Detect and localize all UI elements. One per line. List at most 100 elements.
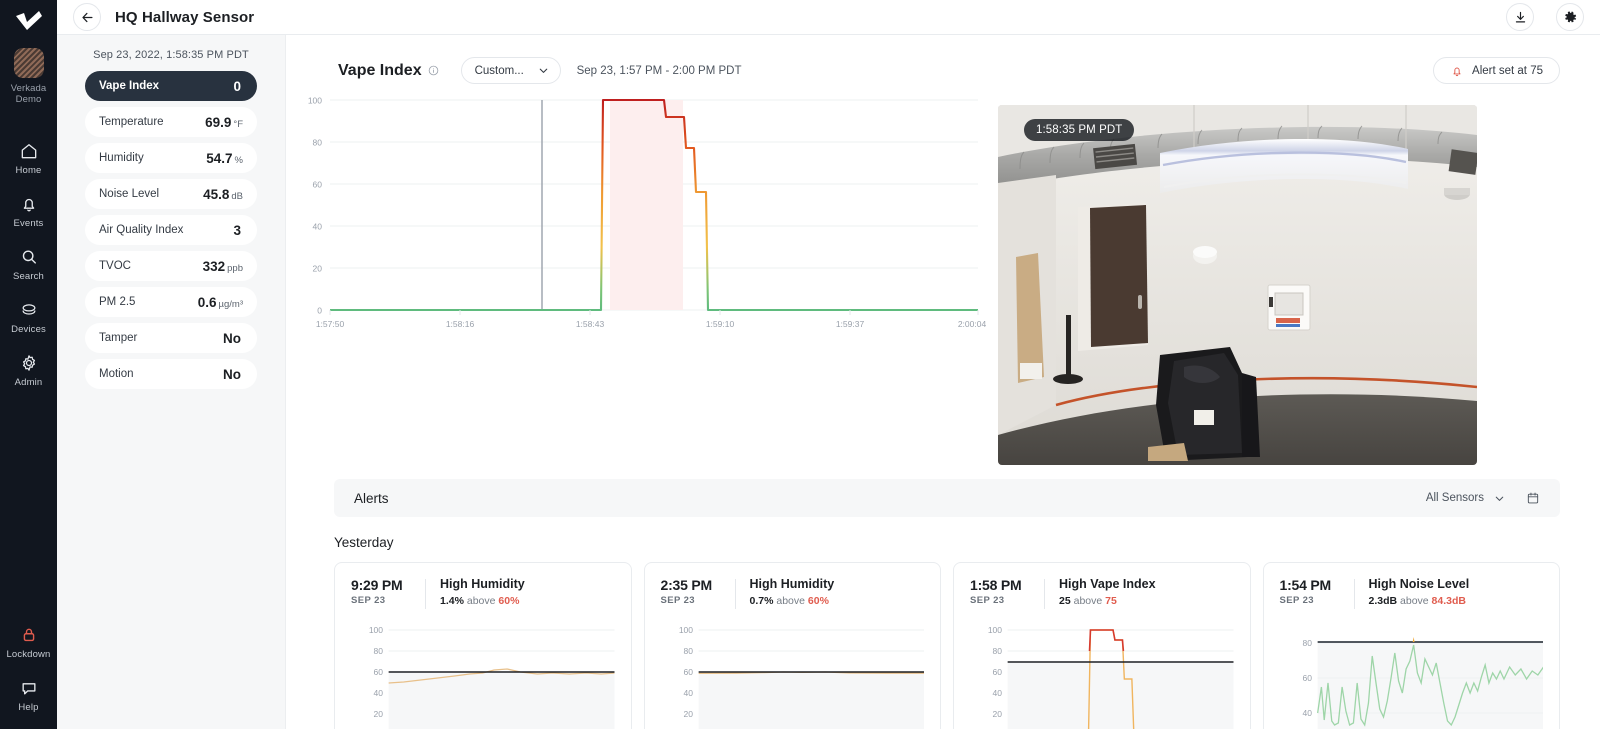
x-axis-labels: 1:57:50 1:58:16 1:58:43 1:59:10 1:59:37 … — [316, 319, 987, 329]
sidebar-item-events-label: Events — [13, 218, 44, 229]
svg-text:100: 100 — [308, 96, 322, 106]
alert-card-threshold: 60% — [498, 595, 520, 607]
svg-text:100: 100 — [369, 625, 383, 635]
alert-card-title: High Humidity — [440, 577, 525, 591]
metric-label: Temperature — [99, 116, 164, 128]
metric-unit: ppb — [227, 262, 243, 274]
chevron-down-icon — [1493, 492, 1506, 505]
back-button[interactable] — [73, 3, 101, 31]
metric-label: Motion — [99, 368, 134, 380]
alert-card-header: 9:29 PM SEP 23 High Humidity 1.4% above … — [351, 577, 615, 609]
svg-text:2:00:04: 2:00:04 — [958, 319, 987, 329]
sidebar-item-lockdown[interactable]: Lockdown — [0, 615, 57, 668]
alert-card-time: 2:35 PM — [660, 577, 713, 593]
download-button[interactable] — [1506, 3, 1534, 31]
time-range-text: Sep 23, 1:57 PM - 2:00 PM PDT — [576, 64, 742, 77]
alert-card-above-word: above — [1073, 595, 1103, 607]
divider — [734, 579, 736, 609]
settings-button[interactable] — [1556, 3, 1584, 31]
metric-row-noise-level[interactable]: Noise Level 45.8 dB — [85, 179, 257, 209]
gear-icon — [19, 353, 39, 373]
bell-icon — [19, 194, 39, 214]
chart-and-video-row: 100 80 60 40 20 0 1:57:50 1:58:16 1:58:4… — [286, 84, 1600, 465]
sensor-filter-label: All Sensors — [1425, 492, 1484, 504]
info-circle-icon[interactable] — [428, 65, 439, 76]
metric-row-temperature[interactable]: Temperature 69.9 °F — [85, 107, 257, 137]
metric-row-vape-index[interactable]: Vape Index 0 — [85, 71, 257, 101]
rail-item-list: Home Events Search Devices Admin — [0, 131, 57, 396]
alert-card-info: High Vape Index 25 above 75 — [1059, 577, 1156, 607]
org-name-line1: Verkada — [10, 83, 47, 94]
alert-card-y-axis: 80 60 40 — [1302, 638, 1312, 718]
alert-card-header: 1:58 PM SEP 23 High Vape Index 25 above … — [970, 577, 1234, 609]
camera-still-image — [998, 105, 1477, 465]
metric-value: No — [223, 366, 241, 382]
sidebar-item-devices[interactable]: Devices — [0, 290, 57, 343]
bell-outline-icon — [1450, 64, 1464, 78]
svg-text:40: 40 — [313, 222, 323, 232]
alert-card-threshold: 84.3dB — [1431, 595, 1466, 607]
svg-text:60: 60 — [683, 667, 693, 677]
alert-card-y-axis: 100 80 60 40 20 — [678, 625, 693, 719]
sidebar-item-help[interactable]: Help — [0, 668, 57, 721]
search-icon — [19, 247, 39, 267]
alert-card[interactable]: 9:29 PM SEP 23 High Humidity 1.4% above … — [334, 562, 632, 729]
divider — [425, 579, 426, 609]
alert-card-time: 9:29 PM — [351, 577, 403, 593]
alerts-title: Alerts — [354, 490, 389, 506]
alert-card-chart: 100 80 60 40 20 — [661, 621, 924, 729]
alert-card-time: 1:54 PM — [1279, 577, 1332, 593]
metric-row-tamper[interactable]: Tamper No — [85, 323, 257, 353]
alert-card-date: SEP 23 — [660, 595, 695, 606]
calendar-button[interactable] — [1526, 491, 1540, 505]
alert-card[interactable]: 2:35 PM SEP 23 High Humidity 0.7% above … — [643, 562, 941, 729]
sidebar-item-help-label: Help — [18, 702, 39, 713]
alert-card-time-block: 1:58 PM SEP 23 — [970, 577, 1044, 606]
sidebar-item-events[interactable]: Events — [0, 184, 57, 237]
alert-card-info: High Noise Level 2.3dB above 84.3dB — [1369, 577, 1470, 607]
alert-card-date: SEP 23 — [351, 595, 386, 606]
sidebar-item-home[interactable]: Home — [0, 131, 57, 184]
sidebar-item-admin[interactable]: Admin — [0, 343, 57, 396]
alert-card-title: High Vape Index — [1059, 577, 1156, 591]
alert-card-delta: 1.4% — [440, 595, 464, 607]
sensor-filter-dropdown[interactable]: All Sensors — [1426, 492, 1506, 505]
alert-card-header: 1:54 PM SEP 23 High Noise Level 2.3dB ab… — [1280, 577, 1544, 609]
chat-bubble-icon — [19, 678, 39, 698]
metric-value: 69.9 °F — [205, 114, 243, 130]
alert-card[interactable]: 1:58 PM SEP 23 High Vape Index 25 above … — [953, 562, 1251, 729]
alert-card-above-word: above — [1400, 595, 1429, 607]
alerts-day-label: Yesterday — [334, 535, 394, 550]
alert-card-header: 2:35 PM SEP 23 High Humidity 0.7% above … — [661, 577, 925, 609]
svg-text:40: 40 — [374, 688, 384, 698]
vape-index-chart[interactable]: 100 80 60 40 20 0 1:57:50 1:58:16 1:58:4… — [286, 84, 987, 465]
metric-value: 54.7% — [206, 150, 243, 166]
svg-text:80: 80 — [313, 138, 323, 148]
metric-unit: dB — [231, 190, 243, 202]
lock-icon — [19, 625, 39, 645]
sidebar-item-search[interactable]: Search — [0, 237, 57, 290]
svg-text:20: 20 — [374, 709, 384, 719]
alert-card-y-axis: 100 80 60 40 20 — [988, 625, 1002, 719]
svg-text:1:59:37: 1:59:37 — [836, 319, 865, 329]
content-area: HQ Hallway Sensor Sep 23, 2022, 1:58:35 … — [57, 0, 1600, 729]
time-range-select[interactable]: Custom... — [460, 57, 561, 84]
metric-row-pm25[interactable]: PM 2.5 0.6 µg/m³ — [85, 287, 257, 317]
alert-card[interactable]: 1:54 PM SEP 23 High Noise Level 2.3dB ab… — [1262, 562, 1560, 729]
alert-card-time: 1:58 PM — [970, 577, 1022, 593]
svg-text:80: 80 — [374, 646, 384, 656]
svg-text:1:57:50: 1:57:50 — [316, 319, 345, 329]
sidebar-item-home-label: Home — [15, 165, 42, 176]
org-avatar[interactable] — [13, 48, 44, 78]
alert-threshold-button[interactable]: Alert set at 75 — [1433, 57, 1560, 84]
metric-row-humidity[interactable]: Humidity 54.7% — [85, 143, 257, 173]
camera-video-panel[interactable]: 1:58:35 PM PDT — [998, 105, 1477, 465]
metric-row-motion[interactable]: Motion No — [85, 359, 257, 389]
verkada-checkmark-logo[interactable] — [13, 8, 45, 34]
alert-card-subtitle: 0.7% above 60% — [750, 595, 835, 607]
metric-row-tvoc[interactable]: TVOC 332 ppb — [85, 251, 257, 281]
metric-label: Humidity — [99, 152, 144, 164]
metric-value: 332 ppb — [202, 258, 243, 274]
metric-label: PM 2.5 — [99, 296, 136, 308]
metric-row-air-quality-index[interactable]: Air Quality Index 3 — [85, 215, 257, 245]
